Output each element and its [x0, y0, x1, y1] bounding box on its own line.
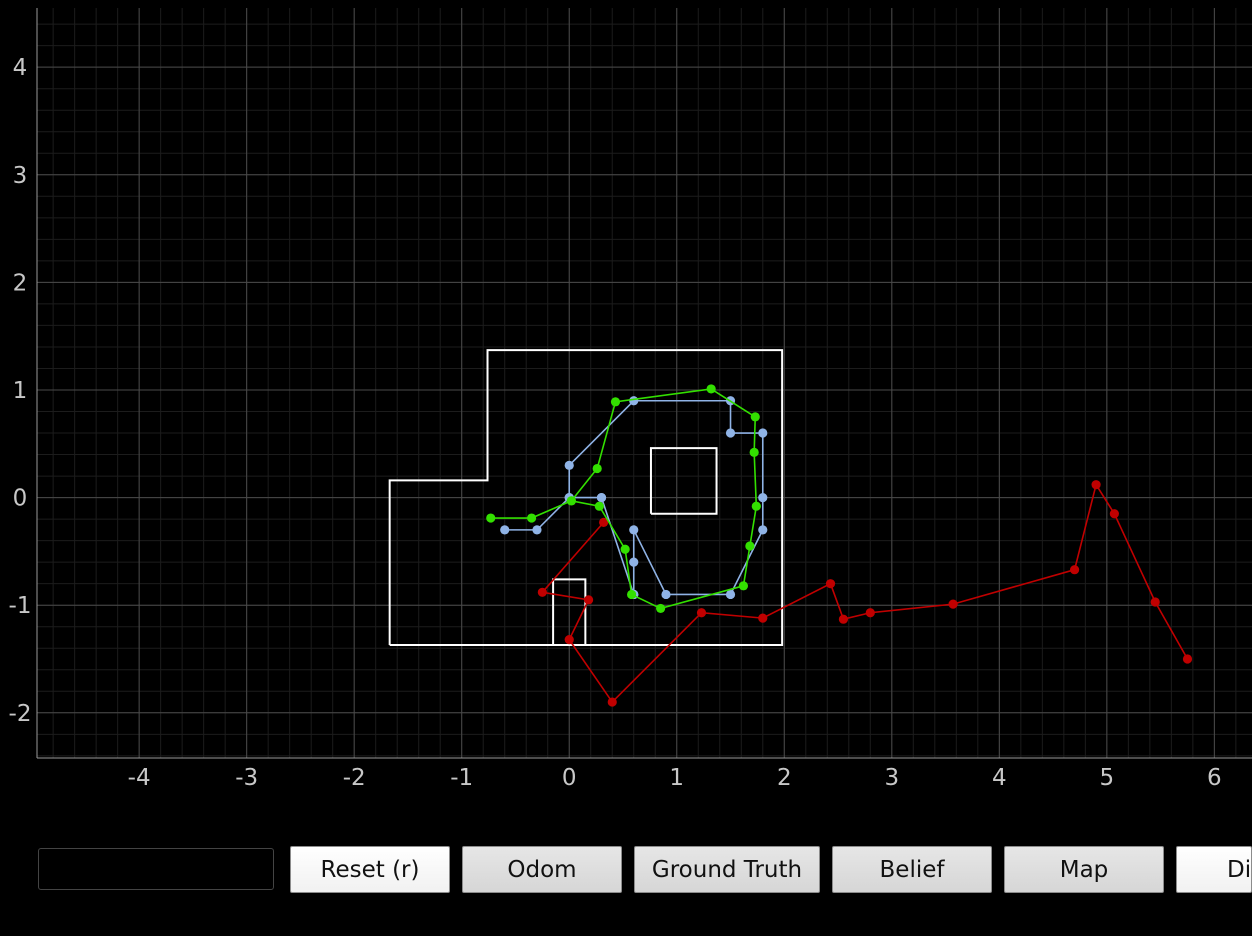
command-input[interactable] — [38, 848, 274, 890]
series-point — [696, 608, 707, 618]
series-point — [500, 525, 510, 535]
series-point — [738, 581, 749, 591]
reset-button[interactable]: Reset (r) — [290, 846, 450, 893]
series-point — [1150, 597, 1160, 607]
series-point — [706, 384, 716, 394]
series-point — [564, 635, 574, 645]
series-point — [1182, 654, 1193, 664]
y-tick-label: 3 — [13, 163, 28, 189]
toolbar: Reset (r) Odom Ground Truth Belief Map D… — [0, 845, 1252, 895]
trajectory-plot[interactable]: -4 -3 -2 -1 0 1 2 3 4 5 6 -2 -1 0 1 2 3 4 — [0, 0, 1252, 836]
series-point — [751, 501, 761, 511]
y-tick-label: 4 — [13, 55, 28, 81]
odom-toggle-button[interactable]: Odom — [462, 846, 622, 893]
series-point — [566, 496, 576, 506]
x-tick-label: 5 — [1100, 765, 1115, 791]
series-point — [592, 463, 602, 474]
y-tick-label: 1 — [13, 378, 28, 404]
series-point — [527, 513, 537, 523]
series-point — [725, 428, 736, 438]
series-point — [607, 697, 617, 707]
x-tick-label: 1 — [669, 765, 684, 791]
y-tick-label: -2 — [9, 701, 32, 727]
plotter-window: -4 -3 -2 -1 0 1 2 3 4 5 6 -2 -1 0 1 2 3 4 Reset (r) Odom … — [0, 0, 1252, 936]
series-point — [745, 541, 755, 551]
series-point — [564, 460, 574, 470]
x-tick-label: 6 — [1207, 765, 1222, 791]
x-tick-label: 3 — [884, 765, 899, 791]
series-point — [1069, 565, 1080, 575]
series-point — [626, 589, 637, 600]
tick-labels: -4 -3 -2 -1 0 1 2 3 4 5 6 -2 -1 0 1 2 3 4 — [9, 55, 1222, 791]
series-point — [1091, 480, 1101, 490]
distance-button[interactable]: Di — [1176, 846, 1252, 893]
map-wall — [649, 447, 718, 515]
x-tick-label: -2 — [343, 765, 366, 791]
series-point — [656, 603, 666, 614]
series-point — [594, 501, 604, 511]
series-point — [865, 608, 875, 618]
series-point — [583, 595, 594, 605]
x-tick-label: 2 — [777, 765, 792, 791]
series-point — [725, 589, 736, 600]
x-tick-label: 4 — [992, 765, 1007, 791]
series-point — [610, 397, 621, 407]
x-tick-label: -3 — [235, 765, 258, 791]
series-point — [661, 589, 671, 600]
series-point — [838, 614, 849, 624]
series-point — [629, 557, 639, 567]
x-tick-label: -4 — [128, 765, 151, 791]
map-toggle-button[interactable]: Map — [1004, 846, 1164, 893]
y-tick-label: 0 — [13, 486, 28, 512]
series-point — [758, 525, 768, 535]
series-point — [629, 525, 639, 535]
series-point — [532, 525, 542, 535]
series-point — [758, 492, 768, 503]
y-tick-label: -1 — [9, 593, 32, 619]
series-point — [749, 447, 759, 458]
series-point — [825, 579, 836, 589]
series-point — [486, 513, 496, 523]
series-point — [758, 613, 768, 623]
series-point — [948, 599, 958, 609]
series-point — [620, 544, 630, 554]
x-tick-label: -1 — [450, 765, 473, 791]
series-point — [1109, 509, 1119, 519]
series-point — [629, 396, 639, 406]
ground-truth-toggle-button[interactable]: Ground Truth — [634, 846, 820, 893]
series-point — [537, 587, 547, 597]
series-point — [596, 492, 607, 503]
x-tick-label: 0 — [562, 765, 577, 791]
series-point — [758, 428, 768, 438]
y-tick-label: 2 — [13, 270, 28, 296]
series-point — [750, 412, 760, 422]
belief-toggle-button[interactable]: Belief — [832, 846, 992, 893]
